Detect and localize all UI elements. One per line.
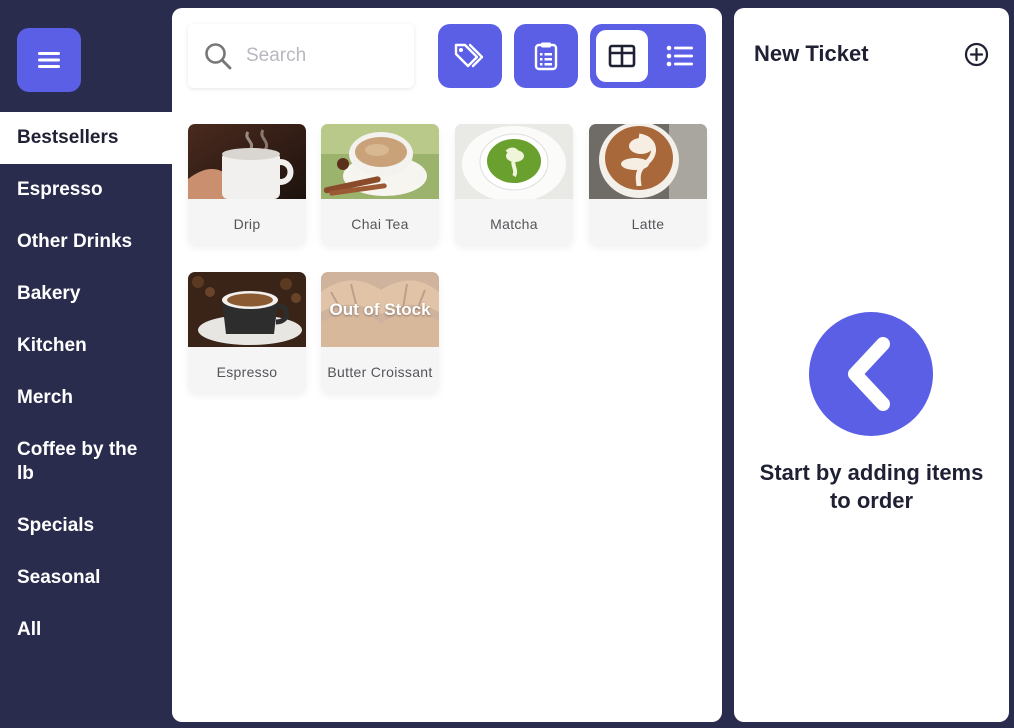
category-bakery[interactable]: Bakery	[0, 268, 172, 320]
ticket-title: New Ticket	[754, 41, 869, 66]
category-seasonal[interactable]: Seasonal	[0, 552, 172, 604]
tags-icon	[454, 43, 484, 68]
search-box[interactable]	[188, 24, 414, 88]
product-name: Matcha	[490, 216, 538, 232]
clipboard-icon	[534, 42, 558, 71]
product-tile-drip[interactable]: Drip	[188, 124, 306, 244]
category-other-drinks[interactable]: Other Drinks	[0, 216, 172, 268]
view-toggle	[590, 24, 706, 88]
latte-image	[589, 124, 707, 199]
search-input[interactable]	[244, 44, 394, 68]
list-view-button[interactable]	[654, 30, 706, 82]
drip-coffee-image	[188, 124, 306, 199]
grid-view-icon	[608, 44, 636, 68]
product-tile-chai-tea[interactable]: Chai Tea	[321, 124, 439, 244]
list-view-icon	[666, 45, 693, 67]
category-sidebar: Bestsellers Espresso Other Drinks Bakery…	[0, 0, 172, 728]
product-tile-espresso[interactable]: Espresso	[188, 272, 306, 392]
product-panel: Drip Chai Tea	[172, 8, 722, 722]
category-bestsellers[interactable]: Bestsellers	[0, 112, 172, 164]
search-icon	[205, 43, 232, 70]
empty-ticket-indicator	[809, 312, 933, 436]
category-merch[interactable]: Merch	[0, 372, 172, 424]
out-of-stock-badge: Out of Stock	[329, 299, 431, 319]
orders-button[interactable]	[514, 24, 578, 88]
category-all[interactable]: All	[0, 604, 172, 656]
plus-circle-icon[interactable]	[964, 42, 989, 67]
product-name: Espresso	[216, 364, 278, 380]
discounts-button[interactable]	[438, 24, 502, 88]
menu-button[interactable]	[17, 28, 81, 92]
category-coffee-by-the-lb[interactable]: Coffee by the lb	[0, 424, 172, 500]
product-name: Drip	[233, 216, 261, 232]
category-espresso[interactable]: Espresso	[0, 164, 172, 216]
chevron-left-icon	[848, 337, 890, 411]
category-kitchen[interactable]: Kitchen	[0, 320, 172, 372]
product-tile-butter-croissant[interactable]: Out of Stock Butter Croissant	[321, 272, 439, 392]
hamburger-menu-icon	[38, 52, 60, 68]
product-tile-latte[interactable]: Latte	[589, 124, 707, 244]
product-name: Latte	[631, 216, 665, 232]
category-specials[interactable]: Specials	[0, 500, 172, 552]
butter-croissant-image: Out of Stock	[321, 272, 439, 347]
ticket-panel: New Ticket Start by adding items to orde…	[734, 8, 1009, 722]
chai-tea-image	[321, 124, 439, 199]
espresso-image	[188, 272, 306, 347]
product-name: Chai Tea	[351, 216, 409, 232]
product-tile-matcha[interactable]: Matcha	[455, 124, 573, 244]
matcha-image	[455, 124, 573, 199]
grid-view-button[interactable]	[596, 30, 648, 82]
empty-ticket-message: Start by adding items to order	[759, 460, 984, 513]
category-list: Bestsellers Espresso Other Drinks Bakery…	[0, 112, 172, 656]
product-name: Butter Croissant	[327, 364, 433, 380]
